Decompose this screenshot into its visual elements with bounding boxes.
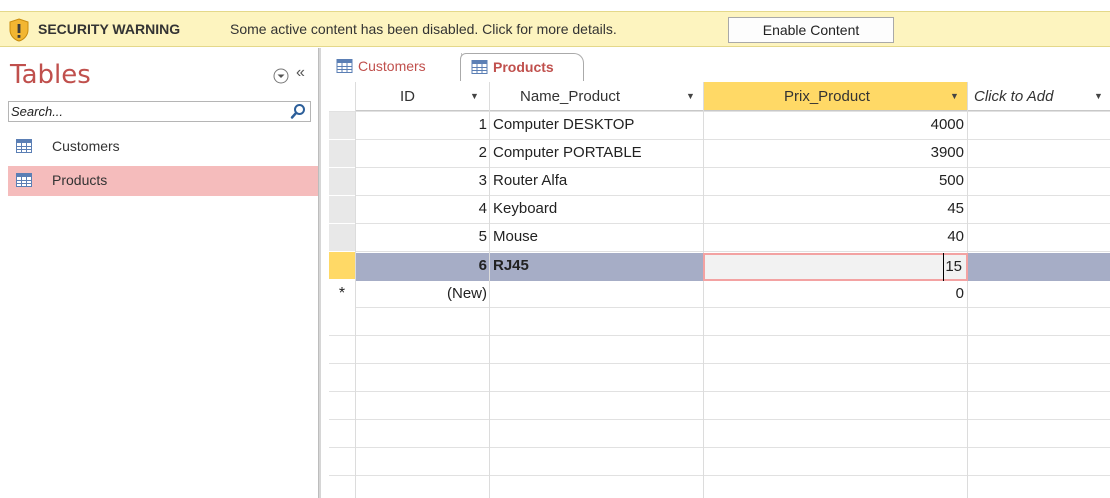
navigation-pane: Tables « Search... Customers Products bbox=[0, 48, 318, 498]
row-selector[interactable] bbox=[329, 168, 355, 196]
nav-item-label: Products bbox=[52, 172, 108, 188]
grid-line bbox=[329, 363, 1110, 364]
nav-item-label: Customers bbox=[52, 138, 120, 154]
table-cell[interactable]: 5 bbox=[356, 223, 487, 251]
grid-line bbox=[329, 419, 1110, 420]
table-cell[interactable]: 500 bbox=[704, 167, 964, 195]
search-input[interactable]: Search... bbox=[11, 104, 63, 119]
enable-content-button[interactable]: Enable Content bbox=[728, 17, 894, 43]
collapse-icon[interactable]: « bbox=[296, 64, 305, 82]
row-selector[interactable] bbox=[329, 140, 355, 168]
active-cell-value[interactable]: 15 bbox=[943, 253, 962, 281]
tab-customers[interactable]: Customers bbox=[326, 53, 462, 81]
menu-dropdown-icon[interactable] bbox=[273, 68, 289, 84]
search-box[interactable]: Search... bbox=[8, 101, 311, 122]
table-cell[interactable]: 3 bbox=[356, 167, 487, 195]
table-cell[interactable]: Mouse bbox=[493, 223, 701, 251]
dropdown-arrow-icon[interactable]: ▼ bbox=[686, 91, 695, 101]
table-cell[interactable]: 4000 bbox=[704, 111, 964, 139]
tab-label: Customers bbox=[358, 58, 426, 74]
security-warning-title: SECURITY WARNING bbox=[38, 21, 181, 37]
table-cell[interactable]: RJ45 bbox=[493, 252, 701, 280]
table-cell[interactable]: Keyboard bbox=[493, 195, 701, 223]
new-record-selector[interactable]: * bbox=[329, 280, 355, 308]
shield-warning-icon bbox=[9, 18, 29, 42]
search-icon[interactable] bbox=[290, 103, 306, 120]
grid-line bbox=[329, 335, 1110, 336]
row-selector[interactable] bbox=[329, 196, 355, 224]
nav-heading[interactable]: Tables bbox=[10, 60, 91, 90]
table-icon bbox=[471, 60, 488, 74]
column-header-name-product[interactable]: Name_Product ▼ bbox=[490, 82, 703, 111]
grid-line bbox=[489, 82, 490, 498]
grid-line bbox=[329, 447, 1110, 448]
grid-line bbox=[329, 391, 1110, 392]
security-warning-bar[interactable]: SECURITY WARNING Some active content has… bbox=[0, 11, 1110, 47]
dropdown-arrow-icon[interactable]: ▼ bbox=[470, 91, 479, 101]
grid-line bbox=[967, 82, 968, 498]
table-cell[interactable]: 40 bbox=[704, 223, 964, 251]
active-cell[interactable]: 15 bbox=[703, 253, 968, 281]
security-warning-message[interactable]: Some active content has been disabled. C… bbox=[230, 21, 617, 37]
dropdown-arrow-icon[interactable]: ▼ bbox=[950, 91, 959, 101]
table-cell[interactable]: 1 bbox=[356, 111, 487, 139]
table-icon bbox=[16, 173, 32, 187]
column-header-click-to-add[interactable]: Click to Add ▼ bbox=[968, 82, 1110, 111]
tab-label: Products bbox=[493, 59, 554, 75]
table-cell[interactable]: 3900 bbox=[704, 139, 964, 167]
table-cell[interactable]: Computer PORTABLE bbox=[493, 139, 701, 167]
select-all-corner[interactable] bbox=[329, 82, 355, 111]
nav-item-products[interactable]: Products bbox=[8, 166, 318, 196]
row-selector[interactable] bbox=[329, 252, 355, 280]
pane-splitter[interactable] bbox=[318, 48, 321, 498]
datasheet[interactable]: ID ▼ Name_Product ▼ Prix_Product ▼ Click… bbox=[329, 82, 1110, 498]
tab-products[interactable]: Products bbox=[460, 53, 584, 81]
column-header-prix-product[interactable]: Prix_Product ▼ bbox=[704, 82, 967, 111]
table-cell[interactable]: Computer DESKTOP bbox=[493, 111, 701, 139]
table-icon bbox=[336, 59, 353, 73]
table-cell[interactable]: 2 bbox=[356, 139, 487, 167]
dropdown-arrow-icon[interactable]: ▼ bbox=[1094, 91, 1103, 101]
new-record-id[interactable]: (New) bbox=[356, 280, 487, 308]
nav-item-customers[interactable]: Customers bbox=[8, 132, 318, 162]
row-selector[interactable] bbox=[329, 112, 355, 140]
table-icon bbox=[16, 139, 32, 153]
new-record-prix[interactable]: 0 bbox=[704, 280, 964, 308]
table-cell[interactable]: 4 bbox=[356, 195, 487, 223]
column-header-id[interactable]: ID ▼ bbox=[356, 82, 489, 111]
table-cell[interactable]: 45 bbox=[704, 195, 964, 223]
object-tabs: Customers Products bbox=[322, 48, 1110, 81]
table-cell[interactable]: Router Alfa bbox=[493, 167, 701, 195]
table-cell[interactable]: 6 bbox=[356, 252, 487, 280]
grid-line bbox=[329, 475, 1110, 476]
row-selector[interactable] bbox=[329, 224, 355, 252]
